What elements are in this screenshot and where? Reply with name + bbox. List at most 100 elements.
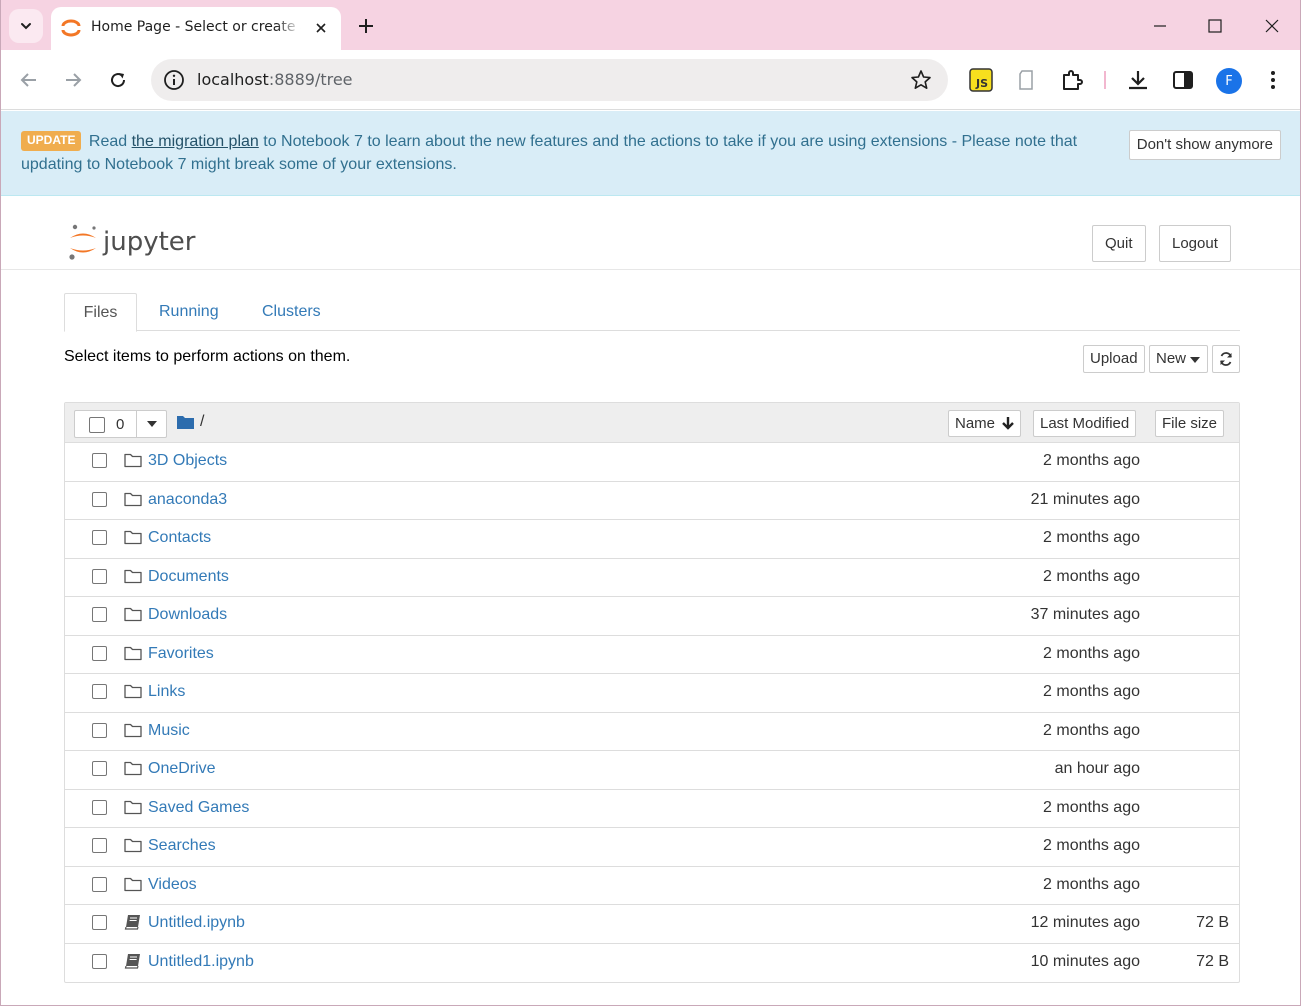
file-name-link[interactable]: Documents: [148, 568, 229, 586]
maximize-window-icon[interactable]: [1195, 8, 1235, 44]
row-checkbox[interactable]: [92, 876, 107, 892]
browser-toolbar: localhost:8889/tree JS: [0, 50, 1301, 110]
profile-avatar[interactable]: F: [1216, 68, 1242, 94]
logout-button[interactable]: Logout: [1159, 225, 1231, 262]
caret-down-icon: [1190, 357, 1200, 363]
migration-plan-link[interactable]: the migration plan: [132, 133, 259, 150]
file-row[interactable]: Contacts 2 months ago: [65, 520, 1239, 559]
js-extension-icon[interactable]: JS: [968, 66, 994, 94]
file-row[interactable]: anaconda3 21 minutes ago: [65, 482, 1239, 520]
file-name-link[interactable]: Saved Games: [148, 799, 249, 817]
file-last-modified: an hour ago: [1054, 760, 1140, 777]
jupyter-logo[interactable]: jupyter: [67, 223, 207, 263]
breadcrumb-path[interactable]: /: [200, 413, 204, 431]
sort-by-name-button[interactable]: Name: [948, 410, 1021, 437]
update-banner: UPDATE Read the migration plan to Notebo…: [1, 111, 1300, 196]
folder-icon: [124, 569, 142, 583]
file-name-link[interactable]: 3D Objects: [148, 452, 227, 470]
file-row[interactable]: OneDrive an hour ago: [65, 751, 1239, 790]
tab-clusters[interactable]: Clusters: [262, 293, 321, 331]
file-row[interactable]: Untitled1.ipynb 10 minutes ago 72 B: [65, 944, 1239, 983]
file-name-link[interactable]: Contacts: [148, 529, 211, 547]
file-name-link[interactable]: Downloads: [148, 606, 227, 624]
folder-home-icon[interactable]: [177, 415, 194, 429]
file-row[interactable]: Untitled.ipynb 12 minutes ago 72 B: [65, 905, 1239, 944]
folder-icon: [124, 646, 142, 660]
sort-by-modified-button[interactable]: Last Modified: [1033, 410, 1137, 437]
sort-by-size-button[interactable]: File size: [1155, 410, 1225, 437]
file-row[interactable]: 3D Objects 2 months ago: [65, 443, 1239, 482]
file-name-link[interactable]: anaconda3: [148, 491, 227, 509]
row-checkbox[interactable]: [92, 838, 107, 853]
file-row[interactable]: Links 2 months ago: [65, 674, 1239, 713]
selection-hint: Select items to perform actions on them.: [64, 348, 351, 365]
browser-menu-icon[interactable]: [1260, 66, 1286, 94]
row-checkbox[interactable]: [92, 607, 107, 622]
tab-running[interactable]: Running: [159, 293, 219, 331]
browser-tab-active[interactable]: Home Page - Select or create a notebook: [51, 7, 341, 50]
upload-button[interactable]: Upload: [1083, 345, 1145, 373]
file-name-link[interactable]: Searches: [148, 837, 216, 855]
dont-show-anymore-button[interactable]: Don't show anymore: [1128, 130, 1281, 160]
file-name-link[interactable]: Favorites: [148, 645, 214, 663]
new-dropdown-button[interactable]: New: [1149, 345, 1208, 373]
quit-button[interactable]: Quit: [1092, 225, 1146, 262]
file-name-link[interactable]: OneDrive: [148, 760, 216, 778]
row-checkbox[interactable]: [92, 915, 107, 930]
select-all-checkbox[interactable]: [89, 417, 105, 433]
file-row[interactable]: Searches 2 months ago: [65, 828, 1239, 867]
tab-search-button[interactable]: [9, 9, 43, 43]
row-checkbox[interactable]: [92, 453, 107, 468]
svg-text:JS: JS: [975, 77, 988, 90]
file-row[interactable]: Documents 2 months ago: [65, 559, 1239, 597]
row-checkbox[interactable]: [92, 953, 107, 969]
bookmark-star-icon[interactable]: [910, 69, 932, 91]
file-name-link[interactable]: Untitled1.ipynb: [148, 953, 254, 971]
close-tab-icon[interactable]: [311, 18, 331, 38]
site-info-icon[interactable]: [163, 69, 185, 91]
new-button-label: New: [1156, 350, 1187, 367]
file-last-modified: 12 minutes ago: [1030, 914, 1140, 931]
file-row[interactable]: Videos 2 months ago: [65, 867, 1239, 905]
side-panel-icon[interactable]: [1170, 66, 1196, 94]
row-checkbox[interactable]: [92, 568, 107, 584]
file-row[interactable]: Favorites 2 months ago: [65, 636, 1239, 674]
file-last-modified: 2 months ago: [1043, 452, 1140, 469]
close-window-icon[interactable]: [1252, 8, 1292, 44]
file-last-modified: 2 months ago: [1043, 721, 1140, 739]
select-menu-dropdown[interactable]: [136, 410, 167, 438]
row-checkbox[interactable]: [92, 722, 107, 738]
page-extension-icon[interactable]: [1013, 66, 1039, 94]
forward-arrow-icon[interactable]: [57, 64, 89, 96]
new-tab-plus-icon[interactable]: [353, 13, 379, 39]
banner-message: UPDATE Read the migration plan to Notebo…: [21, 130, 1106, 176]
file-name-link[interactable]: Links: [148, 683, 185, 701]
jupyter-header: jupyter Quit Logout: [1, 196, 1300, 270]
extensions-puzzle-icon[interactable]: [1059, 66, 1085, 94]
file-name-link[interactable]: Music: [148, 722, 190, 740]
row-checkbox[interactable]: [92, 761, 107, 776]
file-row[interactable]: Downloads 37 minutes ago: [65, 597, 1239, 636]
file-name-link[interactable]: Untitled.ipynb: [148, 914, 245, 932]
row-checkbox[interactable]: [92, 491, 107, 507]
minimize-window-icon[interactable]: [1140, 8, 1180, 44]
url-text[interactable]: localhost:8889/tree: [197, 70, 353, 89]
file-size: 72 B: [1196, 952, 1229, 970]
back-arrow-icon[interactable]: [13, 64, 45, 96]
row-checkbox[interactable]: [92, 799, 107, 815]
file-row[interactable]: Music 2 months ago: [65, 713, 1239, 751]
url-host: localhost: [197, 70, 269, 89]
reload-icon[interactable]: [102, 64, 134, 96]
row-checkbox[interactable]: [92, 645, 107, 661]
file-last-modified: 37 minutes ago: [1030, 606, 1140, 623]
refresh-list-button[interactable]: [1212, 345, 1240, 373]
tab-files[interactable]: Files: [64, 293, 137, 332]
file-name-link[interactable]: Videos: [148, 876, 197, 894]
row-checkbox[interactable]: [92, 530, 107, 545]
logo-wordmark: jupyter: [102, 227, 196, 257]
address-bar[interactable]: localhost:8889/tree: [151, 59, 948, 101]
row-checkbox[interactable]: [92, 684, 107, 699]
downloads-icon[interactable]: [1125, 66, 1151, 94]
url-path: :8889/tree: [268, 70, 353, 89]
file-row[interactable]: Saved Games 2 months ago: [65, 790, 1239, 828]
